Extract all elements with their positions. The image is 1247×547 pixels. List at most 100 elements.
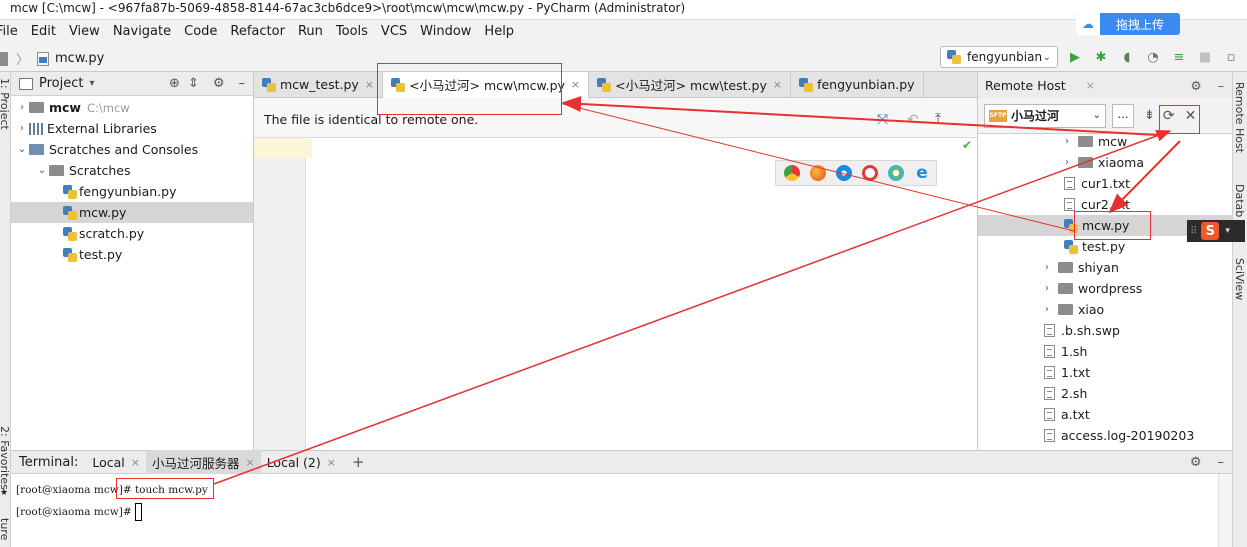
hide-icon[interactable]: – <box>1218 455 1225 470</box>
remote-tree-item[interactable]: .b.sh.swp <box>978 320 1232 341</box>
chevron-right-icon[interactable]: › <box>1040 304 1054 315</box>
ime-toolbar[interactable]: ⠿ S ▾ <box>1187 220 1245 242</box>
gear-icon[interactable]: ⚙ <box>213 76 225 91</box>
editor-tab[interactable]: mcw_test.py × <box>254 71 384 98</box>
edge-icon[interactable]: e <box>914 163 930 183</box>
remote-tree-item[interactable]: 1.sh <box>978 341 1232 362</box>
close-icon[interactable]: × <box>773 78 782 91</box>
close-icon[interactable]: × <box>131 456 140 469</box>
remote-tree-item[interactable]: › mcw <box>978 131 1232 152</box>
menu-run[interactable]: Run <box>298 24 323 39</box>
breadcrumb[interactable]: 〉 mcw.py <box>0 49 104 68</box>
terminal-scrollbar[interactable] <box>1218 474 1232 547</box>
close-icon[interactable]: × <box>245 456 254 469</box>
remote-tree-item[interactable]: › wordpress <box>978 278 1232 299</box>
remote-host-tool-tab[interactable]: Remote Host <box>1233 82 1246 153</box>
gear-icon[interactable]: ⚙ <box>1191 78 1202 93</box>
chevron-down-icon[interactable]: ▾ <box>1225 226 1230 236</box>
chevron-right-icon[interactable]: › <box>1060 136 1074 147</box>
chevron-down-icon[interactable]: ▾ <box>89 78 94 89</box>
close-icon[interactable]: × <box>1086 79 1095 92</box>
remote-tree-item[interactable]: access.log-20190203 <box>978 425 1232 446</box>
chrome-icon[interactable] <box>784 165 800 181</box>
ie-icon[interactable] <box>888 165 904 181</box>
run-configuration-select[interactable]: fengyunbian ⌄ <box>940 46 1058 68</box>
menu-window[interactable]: Window <box>420 24 471 39</box>
server-select[interactable]: SFTP 小马过河 ⌄ <box>984 103 1106 128</box>
more-icon[interactable]: ▫ <box>1222 48 1240 66</box>
chevron-right-icon[interactable]: › <box>1040 283 1054 294</box>
chevron-right-icon[interactable]: › <box>15 123 29 134</box>
tree-item[interactable]: mcw.py <box>11 202 253 223</box>
menu-code[interactable]: Code <box>184 24 217 39</box>
remote-tree-item[interactable]: 2.sh <box>978 383 1232 404</box>
refresh-icon[interactable]: ⟳ <box>1163 108 1175 124</box>
hide-icon[interactable]: – <box>239 76 246 91</box>
sogou-icon[interactable]: S <box>1201 222 1220 240</box>
profile-icon[interactable]: ◔ <box>1144 48 1162 66</box>
menu-refactor[interactable]: Refactor <box>230 24 285 39</box>
tree-item[interactable]: fengyunbian.py <box>11 181 253 202</box>
menu-navigate[interactable]: Navigate <box>113 24 171 39</box>
menu-edit[interactable]: Edit <box>31 24 56 39</box>
opera-icon[interactable] <box>862 165 878 181</box>
chevron-right-icon[interactable]: › <box>15 102 29 113</box>
close-icon[interactable]: × <box>365 78 374 91</box>
terminal-tab[interactable]: Local × <box>86 450 146 474</box>
close-icon[interactable]: ✕ <box>1185 108 1197 124</box>
remote-tree-item[interactable]: cur1.txt <box>978 173 1232 194</box>
tree-item[interactable]: scratch.py <box>11 223 253 244</box>
hide-icon[interactable]: – <box>1218 78 1224 93</box>
chevron-down-icon[interactable]: ⌄ <box>35 165 49 176</box>
remote-tree-item[interactable]: › xiao <box>978 299 1232 320</box>
tree-item[interactable]: › mcw C:\mcw <box>11 97 253 118</box>
favorites-tool-tab[interactable]: 2: Favorites <box>0 426 11 490</box>
concurrency-icon[interactable]: ≡ <box>1170 48 1188 66</box>
remote-tree-item[interactable]: › shiyan <box>978 257 1232 278</box>
tree-item[interactable]: ⌄ Scratches <box>11 160 253 181</box>
structure-tool-tab[interactable]: ture <box>0 518 11 540</box>
tree-item[interactable]: ⌄ Scratches and Consoles <box>11 139 253 160</box>
safari-icon[interactable] <box>836 165 852 181</box>
remote-tree-item[interactable]: › xiaoma <box>978 152 1232 173</box>
editor-tab[interactable]: <小马过河> mcw\mcw.py × <box>383 71 590 98</box>
coverage-icon[interactable]: ◖ <box>1118 48 1136 66</box>
terminal-tab[interactable]: 小马过河服务器 × <box>145 450 261 474</box>
close-icon[interactable]: × <box>327 456 336 469</box>
menu-tools[interactable]: Tools <box>336 24 368 39</box>
remote-tree-item[interactable]: a.txt <box>978 404 1232 425</box>
sciview-tool-tab[interactable]: SciView <box>1233 258 1246 300</box>
close-icon[interactable]: × <box>571 78 580 91</box>
locate-icon[interactable]: ⊕ <box>169 76 180 91</box>
debug-icon[interactable]: ✱ <box>1092 48 1110 66</box>
firefox-icon[interactable] <box>810 165 826 181</box>
menu-vcs[interactable]: VCS <box>381 24 407 39</box>
upload-widget[interactable]: ☁ 拖拽上传 <box>1076 13 1180 35</box>
stop-icon[interactable]: ■ <box>1196 48 1214 66</box>
gear-icon[interactable]: ⚙ <box>1190 455 1202 470</box>
remote-tree-item[interactable]: 1.txt <box>978 362 1232 383</box>
project-tool-tab[interactable]: 1: Project <box>0 78 11 130</box>
chevron-right-icon[interactable]: › <box>1060 157 1074 168</box>
terminal-tab[interactable]: Local (2) × <box>261 450 342 474</box>
menu-file[interactable]: File <box>0 24 18 39</box>
collapse-icon[interactable]: ⇟ <box>1144 108 1155 123</box>
editor-tab[interactable]: fengyunbian.py <box>791 71 924 98</box>
browse-button[interactable]: … <box>1112 103 1134 128</box>
editor-tab[interactable]: <小马过河> mcw\test.py × <box>589 71 792 98</box>
menu-view[interactable]: View <box>69 24 100 39</box>
tree-item[interactable]: › External Libraries <box>11 118 253 139</box>
compare-icon[interactable]: ⤧ <box>877 112 888 128</box>
collapse-all-icon[interactable]: ⇕ <box>188 76 199 91</box>
chevron-down-icon[interactable]: ⌄ <box>15 144 29 155</box>
database-tool-tab[interactable]: Datab <box>1233 184 1246 217</box>
run-icon[interactable]: ▶ <box>1066 48 1084 66</box>
terminal-output[interactable]: [root@xiaoma mcw]# touch mcw.py [root@xi… <box>11 474 1218 547</box>
menu-help[interactable]: Help <box>484 24 514 39</box>
chevron-right-icon[interactable]: › <box>1040 262 1054 273</box>
remote-tree-item[interactable]: cur2.txt <box>978 194 1232 215</box>
project-panel-title[interactable]: Project <box>39 76 83 91</box>
tree-item[interactable]: test.py <box>11 244 253 265</box>
revert-icon[interactable]: ↶ <box>907 112 919 128</box>
upload-icon[interactable]: ⤒ <box>935 111 941 127</box>
